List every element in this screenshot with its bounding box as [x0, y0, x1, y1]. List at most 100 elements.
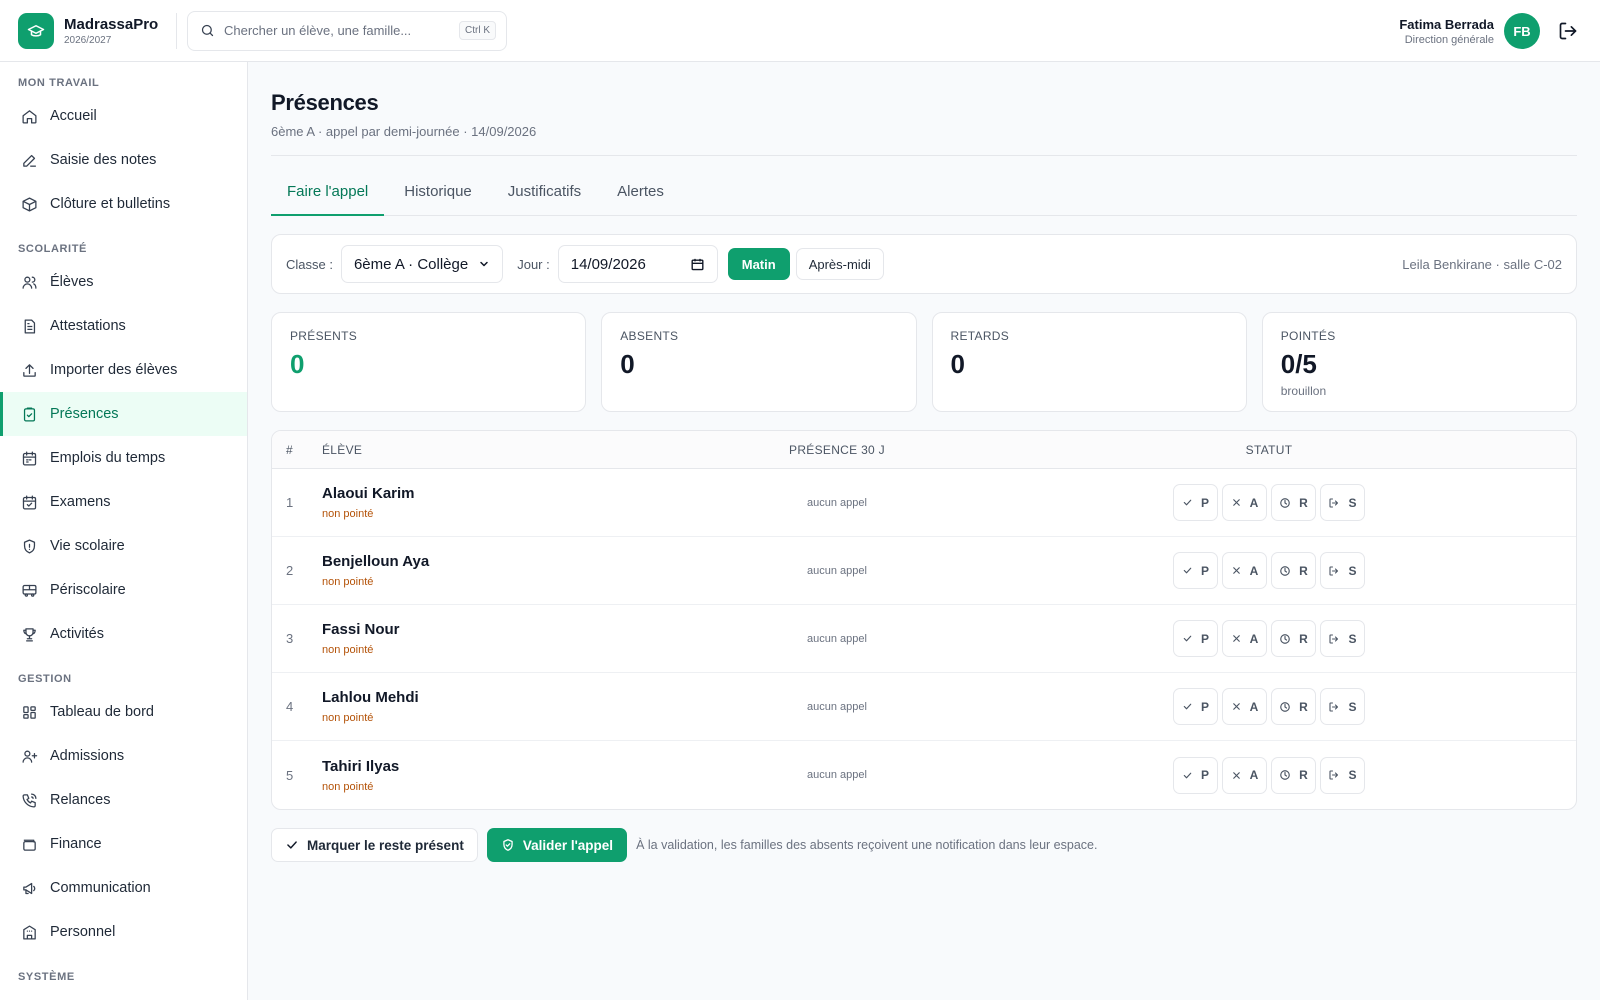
- header-num: #: [286, 442, 293, 457]
- sidebar-item-personnel[interactable]: Personnel: [0, 910, 247, 954]
- leave-button[interactable]: S: [1320, 688, 1365, 725]
- clock-icon: [1279, 497, 1295, 509]
- sidebar-item-vie-scolaire[interactable]: Vie scolaire: [0, 524, 247, 568]
- sidebar-item-finance[interactable]: Finance: [0, 822, 247, 866]
- class-select[interactable]: 6ème A · Collège: [340, 245, 504, 283]
- tab-historique[interactable]: Historique: [388, 172, 488, 216]
- morning-button[interactable]: Matin: [727, 248, 790, 280]
- sidebar-item-label: Tableau de bord: [50, 704, 154, 720]
- student-name[interactable]: Fassi Nour: [322, 621, 712, 638]
- logout-icon[interactable]: [1556, 19, 1580, 43]
- student-name[interactable]: Lahlou Mehdi: [322, 689, 712, 706]
- absent-button[interactable]: A: [1222, 688, 1267, 725]
- late-button[interactable]: R: [1271, 484, 1316, 521]
- teacher-room-info: Leila Benkirane · salle C-02: [1402, 256, 1562, 272]
- presence-30d: aucun appel: [807, 769, 867, 781]
- sidebar-item-presences[interactable]: Présences: [0, 392, 247, 436]
- table-row: 2 Benjelloun Aya non pointé aucun appel P A R S: [272, 537, 1576, 605]
- sidebar-item-accueil[interactable]: Accueil: [0, 94, 247, 138]
- status-buttons: P ARS: [962, 756, 1576, 794]
- tab-alertes[interactable]: Alertes: [601, 172, 680, 216]
- row-number: 5: [286, 767, 294, 783]
- student-name[interactable]: Tahiri Ilyas: [322, 758, 712, 775]
- sidebar-item-tableau-de-bord[interactable]: Tableau de bord: [0, 690, 247, 734]
- status-cell: PA RS: [962, 688, 1576, 725]
- afternoon-button[interactable]: Après-midi: [795, 248, 884, 280]
- clipboard-check-icon: [20, 405, 38, 423]
- brand[interactable]: MadrassaPro 2026/2027: [0, 12, 176, 49]
- sidebar-item-eleves[interactable]: Élèves: [0, 260, 247, 304]
- upload-icon: [20, 361, 38, 379]
- status-code: R: [1299, 699, 1308, 714]
- absent-button[interactable]: A: [1222, 756, 1267, 794]
- leave-button[interactable]: S: [1320, 620, 1365, 657]
- absent-button[interactable]: A: [1222, 552, 1267, 589]
- sidebar-item-label: Activités: [50, 626, 104, 642]
- status-cell: P ARS: [962, 756, 1576, 794]
- avatar[interactable]: FB: [1504, 13, 1540, 49]
- late-button[interactable]: R: [1271, 688, 1316, 725]
- sidebar-item-attestations[interactable]: Attestations: [0, 304, 247, 348]
- present-button[interactable]: P: [1173, 552, 1218, 589]
- stat-value: 0: [620, 349, 635, 379]
- present-button[interactable]: P: [1173, 688, 1218, 725]
- tabs: Faire l'appel Historique Justificatifs A…: [271, 172, 1577, 216]
- check-icon: [1182, 497, 1197, 508]
- sidebar-item-examens[interactable]: Examens: [0, 480, 247, 524]
- search-input[interactable]: Chercher un élève, une famille... Ctrl K: [187, 10, 507, 51]
- status-code: R: [1299, 495, 1308, 510]
- sidebar-item-cloture-bulletins[interactable]: Clôture et bulletins: [0, 182, 247, 226]
- stat-label: RETARDS: [950, 329, 1010, 343]
- status-cell: PA RS: [962, 620, 1576, 657]
- late-button[interactable]: R: [1271, 620, 1316, 657]
- absent-button[interactable]: A: [1222, 484, 1267, 521]
- sidebar-item-relances[interactable]: Relances: [0, 778, 247, 822]
- sidebar-item-importer-eleves[interactable]: Importer des élèves: [0, 348, 247, 392]
- present-button[interactable]: P: [1173, 756, 1218, 794]
- late-button[interactable]: R: [1271, 756, 1316, 794]
- absent-button[interactable]: A: [1222, 620, 1267, 657]
- sidebar-item-admissions[interactable]: Admissions: [0, 734, 247, 778]
- present-button[interactable]: P: [1173, 484, 1218, 521]
- users-icon: [20, 273, 38, 291]
- student-name[interactable]: Alaoui Karim: [322, 485, 712, 502]
- button-label: Marquer le reste présent: [307, 837, 464, 853]
- late-button[interactable]: R: [1271, 552, 1316, 589]
- mark-rest-present-button[interactable]: Marquer le reste présent: [271, 828, 478, 862]
- search-icon: [201, 24, 214, 37]
- student-cell: Fassi Nour non pointé: [322, 621, 712, 656]
- trophy-icon: [20, 625, 38, 643]
- leave-button[interactable]: S: [1320, 484, 1365, 521]
- exit-icon: [1328, 565, 1344, 577]
- x-icon: [1231, 497, 1246, 508]
- stat-value: 0: [290, 349, 305, 379]
- exit-icon: [1328, 769, 1344, 781]
- present-button[interactable]: P: [1173, 620, 1218, 657]
- day-date-input[interactable]: 14/09/2026: [557, 245, 718, 283]
- sidebar-item-emplois-du-temps[interactable]: Emplois du temps: [0, 436, 247, 480]
- user-name: Fatima Berrada: [1399, 16, 1494, 32]
- sidebar-item-activites[interactable]: Activités: [0, 612, 247, 656]
- status-code: R: [1299, 631, 1308, 646]
- tab-justificatifs[interactable]: Justificatifs: [492, 172, 597, 216]
- section-title-mon-travail: MON TRAVAIL: [18, 77, 100, 89]
- status-code: A: [1249, 768, 1259, 782]
- button-label: Valider l'appel: [522, 837, 614, 853]
- class-label: Classe :: [286, 256, 333, 272]
- student-name[interactable]: Benjelloun Aya: [322, 553, 712, 570]
- tab-faire-appel[interactable]: Faire l'appel: [271, 172, 385, 216]
- leave-button[interactable]: S: [1320, 756, 1365, 794]
- check-icon: [287, 841, 297, 849]
- calendar-icon[interactable]: [690, 257, 705, 272]
- sidebar-item-periscolaire[interactable]: Périscolaire: [0, 568, 247, 612]
- validate-call-button[interactable]: Valider l'appel: [486, 828, 628, 862]
- section-title-gestion: GESTION: [18, 673, 72, 685]
- check-icon: [1182, 770, 1197, 781]
- bus-icon: [20, 581, 38, 599]
- leave-button[interactable]: S: [1320, 552, 1365, 589]
- stat-value: 0: [950, 349, 965, 379]
- sidebar-item-communication[interactable]: Communication: [0, 866, 247, 910]
- check-icon: [1182, 565, 1197, 576]
- sidebar-item-saisie-notes[interactable]: Saisie des notes: [0, 138, 247, 182]
- attendance-table: # ÉLÈVE PRÉSENCE 30 J STATUT 1 Alaoui Kar…: [271, 430, 1577, 810]
